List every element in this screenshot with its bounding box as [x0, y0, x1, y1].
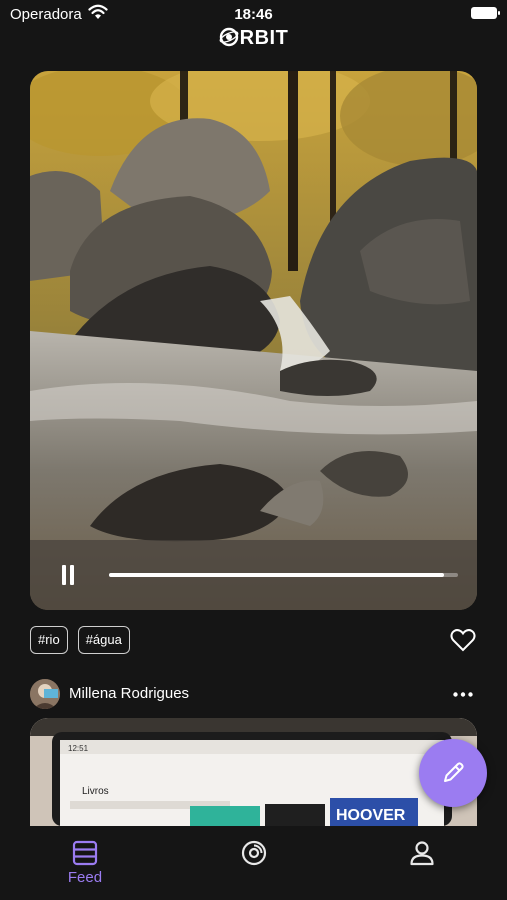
orbit-logo-icon	[219, 27, 239, 47]
tab-bar: Feed	[0, 826, 507, 900]
tab-discover[interactable]	[224, 826, 284, 900]
video-controls	[30, 540, 477, 610]
tag-chip[interactable]: #água	[77, 626, 130, 654]
logo-text: RBIT	[239, 27, 289, 49]
preview-title-text: Livros	[82, 786, 109, 797]
video-progress-fill	[109, 573, 445, 577]
more-horizontal-icon[interactable]	[453, 692, 473, 697]
disc-icon	[241, 840, 267, 866]
preview-book-text: HOOVER	[336, 807, 406, 824]
post-author-row: Millena Rodrigues	[30, 678, 477, 710]
status-bar: Operadora 18:46	[0, 0, 507, 28]
battery-icon	[471, 7, 500, 19]
compose-button[interactable]	[419, 739, 487, 807]
tag-list: #rio #água	[30, 626, 130, 654]
heart-outline-icon[interactable]	[450, 628, 476, 652]
video-progress-bar[interactable]	[109, 573, 458, 577]
post-media-preview[interactable]: 12:51 Livros HOOVER	[30, 718, 477, 826]
app-header: RBIT	[0, 26, 507, 50]
profile-icon	[410, 841, 434, 866]
tag-chip[interactable]: #rio	[30, 626, 68, 654]
app-logo: RBIT	[219, 26, 289, 50]
tab-feed[interactable]: Feed	[55, 826, 115, 900]
clock: 18:46	[234, 6, 273, 23]
tab-profile[interactable]	[392, 826, 452, 900]
pencil-icon	[444, 762, 464, 782]
author-name[interactable]: Millena Rodrigues	[69, 685, 189, 702]
pause-icon[interactable]	[60, 565, 76, 585]
video-player[interactable]	[30, 71, 477, 610]
feed-icon	[72, 840, 98, 866]
preview-status-text: 12:51	[68, 744, 89, 753]
video-frame	[30, 71, 477, 610]
tablet-photo: 12:51 Livros HOOVER	[30, 718, 477, 826]
tab-feed-label: Feed	[67, 869, 103, 886]
avatar[interactable]	[30, 679, 60, 709]
